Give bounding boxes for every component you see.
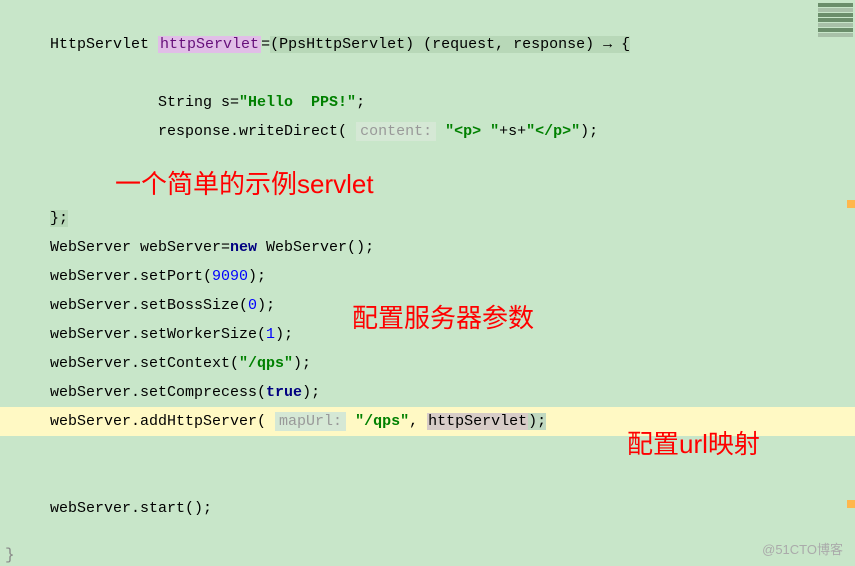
watermark: @51CTO博客	[762, 539, 843, 558]
code-line: HttpServlet httpServlet=(PpsHttpServlet)…	[50, 30, 855, 59]
closing-brace: }	[5, 546, 15, 564]
code-line: webServer.start();	[50, 494, 855, 523]
code-line: webServer.setPort(9090);	[50, 262, 855, 291]
code-line: response.writeDirect( content: "<p> "+s+…	[50, 117, 855, 146]
variable-highlight: httpServlet	[158, 36, 261, 53]
gutter-marker	[847, 200, 855, 208]
code-line: String s="Hello PPS!";	[50, 88, 855, 117]
gutter-marker	[847, 500, 855, 508]
code-line: };	[50, 204, 855, 233]
code-line	[50, 465, 855, 494]
code-line: webServer.setContext("/qps");	[50, 349, 855, 378]
code-line	[50, 59, 855, 88]
param-hint: content:	[356, 122, 436, 141]
param-hint: mapUrl:	[275, 412, 346, 431]
annotation-url: 配置url映射	[627, 424, 760, 461]
annotation-servlet: 一个简单的示例servlet	[115, 164, 374, 201]
minimap[interactable]	[818, 2, 853, 52]
code-line: webServer.setComprecess(true);	[50, 378, 855, 407]
annotation-config: 配置服务器参数	[352, 298, 534, 335]
code-line: WebServer webServer=new WebServer();	[50, 233, 855, 262]
